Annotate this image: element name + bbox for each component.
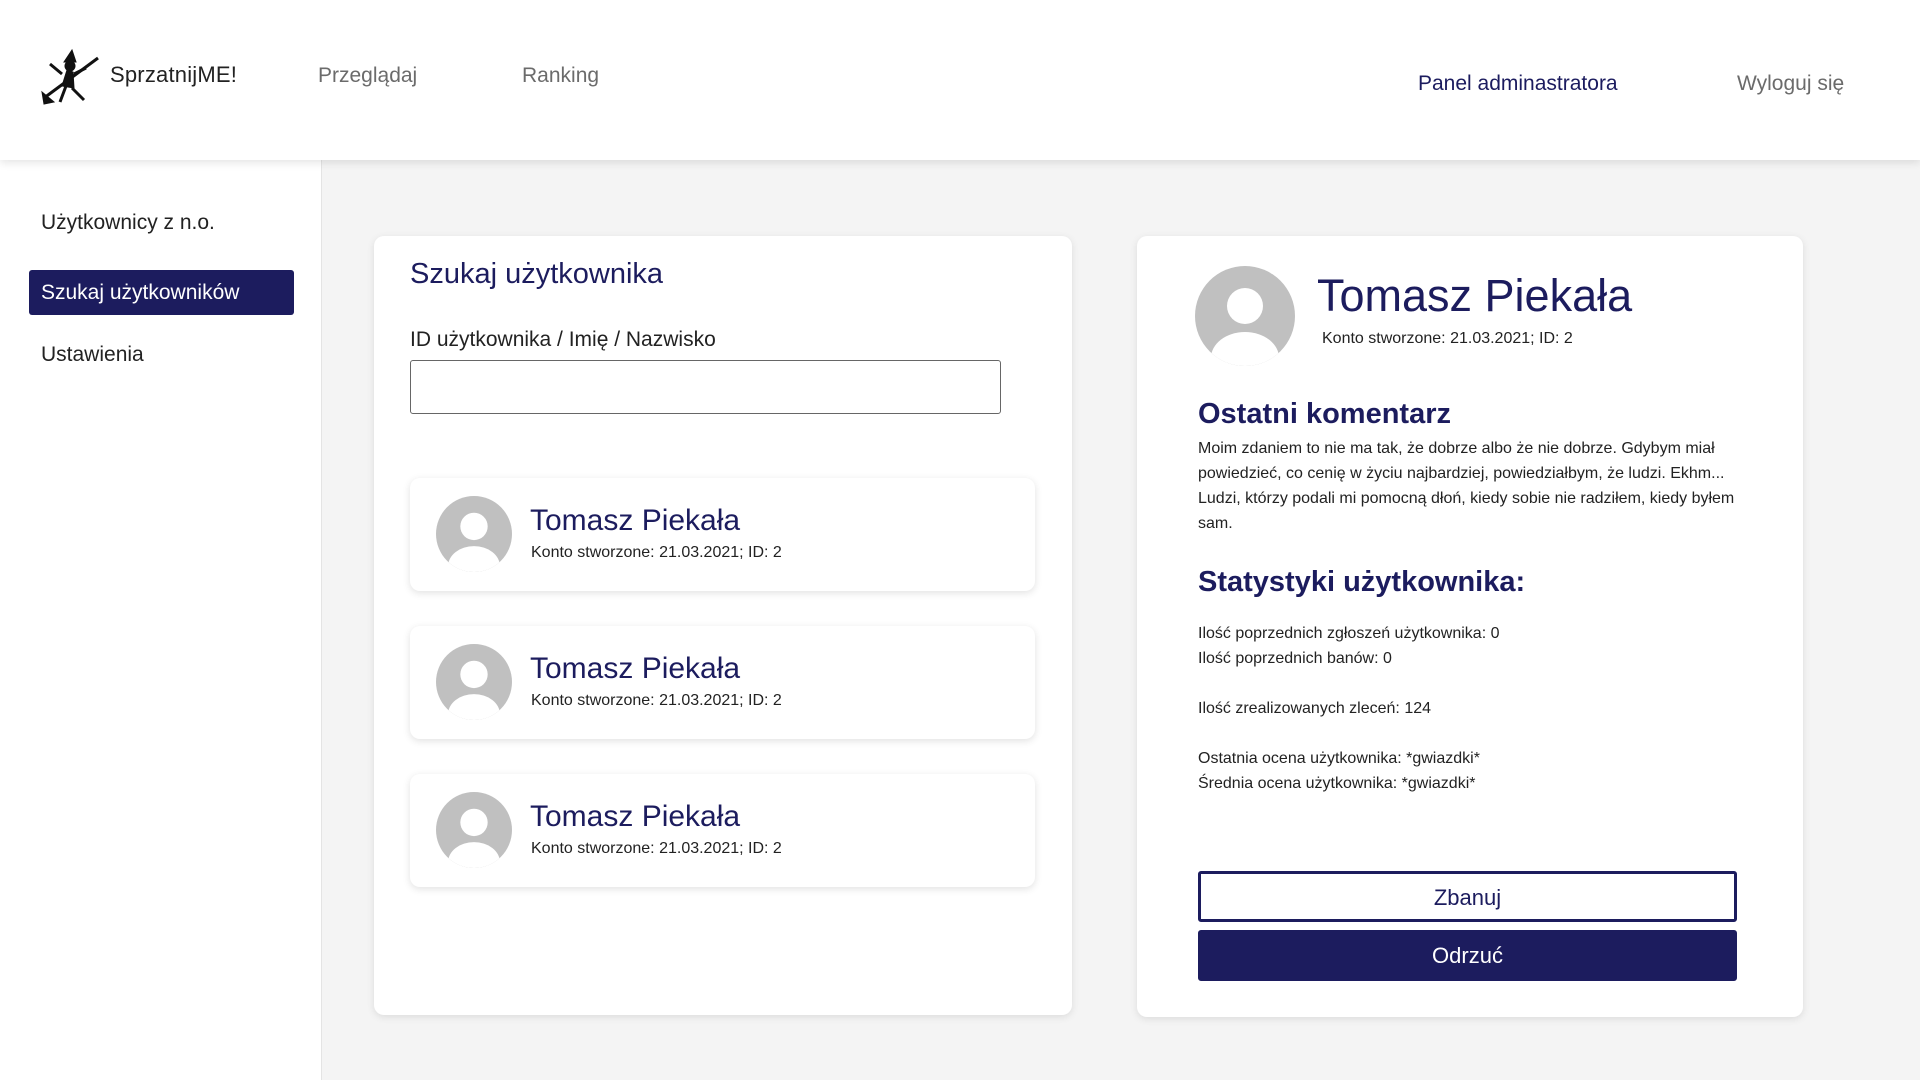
logo-icon[interactable] xyxy=(40,48,102,106)
search-input[interactable] xyxy=(410,360,1001,414)
stat-bans-count: Ilość poprzednich banów: 0 xyxy=(1198,650,1392,667)
result-user-meta: Konto stworzone: 21.03.2021; ID: 2 xyxy=(531,544,782,561)
stat-orders-completed: Ilość zrealizowanych zleceń: 124 xyxy=(1198,700,1432,717)
nav-ranking-link[interactable]: Ranking xyxy=(522,64,599,88)
nav-browse-link[interactable]: Przeglądaj xyxy=(318,64,417,88)
last-comment-title: Ostatni komentarz xyxy=(1198,398,1451,430)
sidebar-item-reported-users[interactable]: Użytkownicy z n.o. xyxy=(29,200,294,245)
user-avatar-icon xyxy=(436,644,512,720)
search-field-label: ID użytkownika / Imię / Nazwisko xyxy=(410,328,716,351)
logout-link[interactable]: Wyloguj się xyxy=(1737,72,1844,96)
result-user-name: Tomasz Piekała xyxy=(530,800,741,833)
stat-last-rating: Ostatnia ocena użytkownika: *gwiazdki* xyxy=(1198,750,1480,767)
result-user-name: Tomasz Piekała xyxy=(530,504,741,537)
brand-name[interactable]: SprzatnijME! xyxy=(110,62,237,88)
user-avatar-icon xyxy=(436,792,512,868)
sidebar-item-settings[interactable]: Ustawienia xyxy=(29,332,294,377)
search-panel: Szukaj użytkownika ID użytkownika / Imię… xyxy=(374,236,1072,1015)
result-user-meta: Konto stworzone: 21.03.2021; ID: 2 xyxy=(531,840,782,857)
sidebar-item-search-users[interactable]: Szukaj użytkowników xyxy=(29,270,294,315)
stat-reports-count: Ilość poprzednich zgłoszeń użytkownika: … xyxy=(1198,625,1500,642)
search-panel-title: Szukaj użytkownika xyxy=(410,258,664,290)
stat-average-rating: Średnia ocena użytkownika: *gwiazdki* xyxy=(1198,775,1476,792)
reject-button[interactable]: Odrzuć xyxy=(1198,930,1737,981)
user-detail-panel: Tomasz Piekała Konto stworzone: 21.03.20… xyxy=(1137,236,1803,1017)
last-comment-text: Moim zdaniem to nie ma tak, że dobrze al… xyxy=(1198,440,1735,532)
admin-panel-link[interactable]: Panel adminastratora xyxy=(1418,72,1618,96)
search-result-item[interactable]: Tomasz Piekała Konto stworzone: 21.03.20… xyxy=(410,626,1035,739)
ban-button[interactable]: Zbanuj xyxy=(1198,871,1737,922)
user-stats-title: Statystyki użytkownika: xyxy=(1198,566,1526,598)
search-result-item[interactable]: Tomasz Piekała Konto stworzone: 21.03.20… xyxy=(410,478,1035,591)
detail-user-name: Tomasz Piekała xyxy=(1317,270,1633,321)
top-navigation-bar: SprzatnijME! Przeglądaj Ranking Panel ad… xyxy=(0,0,1920,160)
user-avatar-icon xyxy=(1195,266,1295,366)
user-avatar-icon xyxy=(436,496,512,572)
detail-user-meta: Konto stworzone: 21.03.2021; ID: 2 xyxy=(1322,330,1573,347)
sidebar: Użytkownicy z n.o. Szukaj użytkowników U… xyxy=(0,160,322,1080)
result-user-name: Tomasz Piekała xyxy=(530,652,741,685)
search-result-item[interactable]: Tomasz Piekała Konto stworzone: 21.03.20… xyxy=(410,774,1035,887)
result-user-meta: Konto stworzone: 21.03.2021; ID: 2 xyxy=(531,692,782,709)
